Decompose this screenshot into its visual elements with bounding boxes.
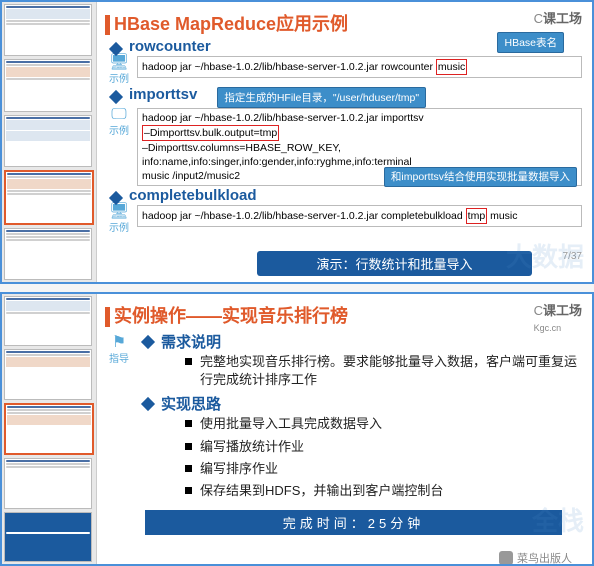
example-icon: 🖥 示例 (105, 205, 133, 234)
highlight-box: tmp (466, 208, 488, 224)
square-bullet-icon (185, 487, 192, 494)
callout-hfile-dir: 指定生成的HFile目录，"/user/hduser/tmp" (217, 87, 426, 108)
slide-content: C课工场Kgc.cn HBase MapReduce应用示例 rowcounte… (97, 2, 592, 282)
slide-1: C课工场Kgc.cn HBase MapReduce应用示例 rowcounte… (0, 0, 594, 284)
title-accent (105, 307, 110, 327)
highlight-box: –Dimporttsv.bulk.output=tmp (142, 125, 279, 141)
example-icon: 🖵 示例 (105, 108, 133, 137)
thumbnail[interactable] (4, 4, 92, 56)
wechat-icon (499, 551, 513, 564)
section-heading: rowcounter (129, 38, 211, 55)
bullet-item: 编写播放统计作业 (161, 438, 582, 456)
bullet-item: 保存结果到HDFS，并输出到客户端控制台 (161, 482, 582, 500)
brand-logo: C课工场Kgc.cn (534, 300, 582, 334)
section-approach: 实现思路 (137, 393, 582, 414)
thumbnail-panel (2, 294, 97, 564)
guide-icon: ⚑ 指导 (105, 336, 133, 504)
monitor-icon: 🖥 (105, 205, 133, 219)
diamond-bullet-icon (109, 90, 123, 104)
flag-icon: ⚑ (105, 336, 133, 350)
source-footer: 菜鸟出版人 (499, 550, 572, 564)
square-bullet-icon (185, 358, 192, 365)
slide-title: 实例操作——实现音乐排行榜 (105, 302, 582, 328)
square-bullet-icon (185, 420, 192, 427)
highlight-box: music (436, 59, 467, 75)
thumbnail[interactable] (4, 115, 92, 167)
callout-hbase-table: HBase表名 (497, 32, 564, 53)
example-icon: 🖥 示例 (105, 56, 133, 85)
slide-2: C课工场Kgc.cn 实例操作——实现音乐排行榜 ⚑ 指导 需求说明 完整地实现… (0, 292, 594, 566)
callout-bulk-import: 和importtsv结合使用实现批量数据导入 (384, 167, 577, 187)
thumbnail-active[interactable] (4, 403, 94, 455)
monitor-icon: 🖥 (105, 56, 133, 70)
thumbnail[interactable] (4, 458, 92, 508)
diamond-bullet-icon (141, 335, 155, 349)
thumbnail[interactable] (4, 512, 92, 562)
thumbnail[interactable] (4, 228, 92, 280)
time-bar: 完成时间：25分钟 (145, 510, 562, 535)
command-box: hadoop jar ~/hbase-1.0.2/lib/hbase-serve… (137, 108, 582, 186)
slide-content: C课工场Kgc.cn 实例操作——实现音乐排行榜 ⚑ 指导 需求说明 完整地实现… (97, 294, 592, 564)
section-heading: 需求说明 (161, 331, 221, 352)
thumbnail[interactable] (4, 59, 92, 111)
diamond-bullet-icon (109, 191, 123, 205)
command-box: hadoop jar ~/hbase-1.0.2/lib/hbase-serve… (137, 56, 582, 78)
title-accent (105, 15, 110, 35)
bullet-item: 使用批量导入工具完成数据导入 (161, 415, 582, 433)
diamond-bullet-icon (141, 397, 155, 411)
command-box: hadoop jar ~/hbase-1.0.2/lib/hbase-serve… (137, 205, 582, 227)
bullet-item: 完整地实现音乐排行榜。要求能够批量导入数据，客户端可重复运行完成统计排序工作 (161, 353, 582, 389)
thumbnail[interactable] (4, 296, 92, 346)
square-bullet-icon (185, 465, 192, 472)
section-requirements: 需求说明 (137, 331, 582, 352)
thumbnail-panel (2, 2, 97, 282)
page-indicator: 7/37 (563, 251, 582, 262)
section-completebulkload: completebulkload /user/hduser/tmp (105, 187, 582, 204)
thumbnail-active[interactable] (4, 170, 94, 224)
section-heading: completebulkload (129, 187, 257, 204)
section-heading: 实现思路 (161, 393, 221, 414)
section-heading: importtsv (129, 86, 197, 103)
section-importtsv: importtsv 指定生成的HFile目录，"/user/hduser/tmp… (105, 86, 582, 107)
demo-bar: 演示：行数统计和批量导入 (257, 251, 532, 276)
bullet-item: 编写排序作业 (161, 460, 582, 478)
monitor-icon: 🖵 (105, 108, 133, 122)
square-bullet-icon (185, 443, 192, 450)
thumbnail[interactable] (4, 349, 92, 399)
